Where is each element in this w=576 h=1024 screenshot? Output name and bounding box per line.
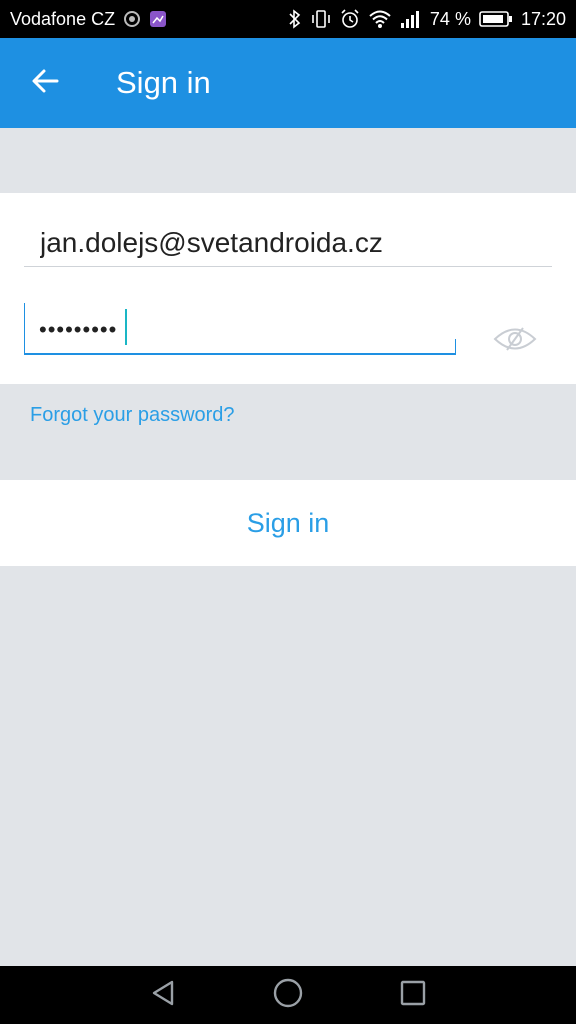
text-cursor (125, 309, 127, 345)
back-button[interactable] (0, 38, 90, 128)
signal-icon (400, 9, 422, 29)
nav-recents-button[interactable] (383, 966, 443, 1024)
nav-home-button[interactable] (258, 966, 318, 1024)
sync-icon (123, 10, 141, 28)
wifi-icon (368, 9, 392, 29)
recents-square-icon (399, 979, 427, 1012)
back-triangle-icon (148, 978, 178, 1013)
navigation-bar (0, 966, 576, 1024)
password-field[interactable]: ••••••••• (39, 317, 117, 343)
bluetooth-icon (288, 9, 302, 29)
eye-off-icon (493, 324, 537, 359)
app-bar: Sign in (0, 38, 576, 128)
image-icon (149, 10, 167, 28)
sign-in-form: ••••••••• (0, 193, 576, 384)
status-bar: Vodafone CZ 74 % 17:20 (0, 0, 576, 38)
password-visibility-toggle[interactable] (490, 321, 540, 361)
arrow-left-icon (31, 67, 59, 100)
email-field[interactable] (24, 219, 552, 267)
clock: 17:20 (520, 8, 566, 29)
home-circle-icon (272, 977, 304, 1014)
battery-percent: 74 % (429, 8, 471, 29)
page-title: Sign in (116, 65, 211, 100)
battery-icon (479, 10, 513, 28)
nav-back-button[interactable] (133, 966, 193, 1024)
vibrate-icon (310, 9, 332, 29)
forgot-password-link[interactable]: Forgot your password? (30, 404, 235, 427)
password-field-wrapper[interactable]: ••••••••• (24, 303, 457, 355)
carrier-label: Vodafone CZ (10, 8, 116, 29)
alarm-icon (340, 9, 360, 29)
sign-in-label: Sign in (246, 507, 330, 538)
sign-in-button[interactable]: Sign in (0, 480, 576, 566)
